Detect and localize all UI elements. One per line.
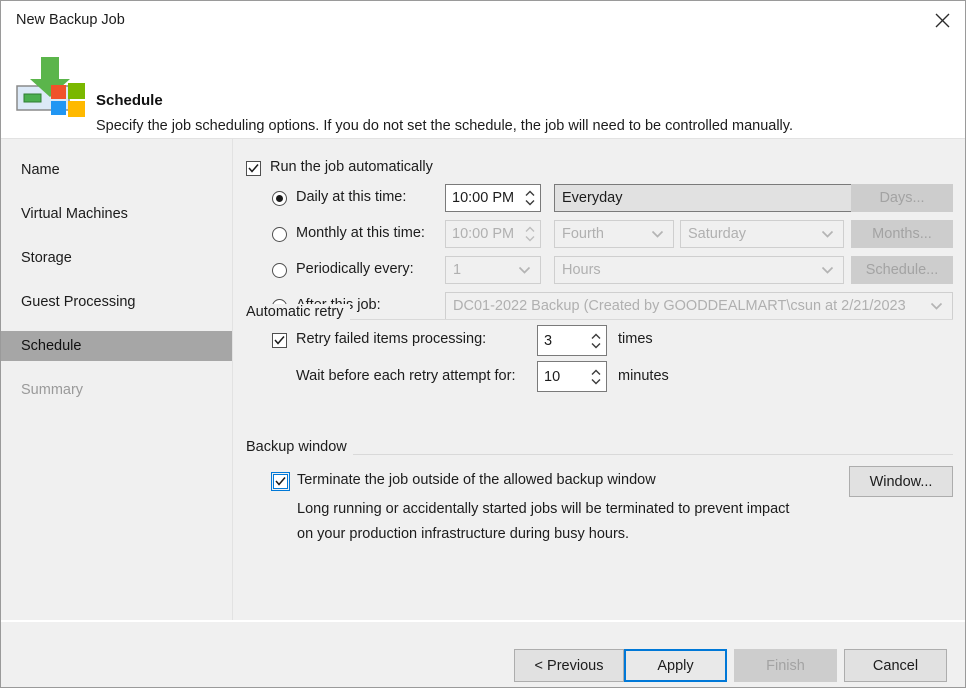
sidebar-item-summary: Summary [1, 375, 232, 405]
wizard-step-sidebar: Name Virtual Machines Storage Guest Proc… [1, 139, 233, 620]
window-button[interactable]: Window... [849, 466, 953, 497]
cancel-button[interactable]: Cancel [844, 649, 947, 682]
retry-times-value: 3 [544, 332, 553, 349]
retry-times-spinner[interactable] [589, 330, 603, 352]
sidebar-item-label: Guest Processing [21, 294, 136, 310]
monthly-time-value: 10:00 PM [452, 226, 515, 242]
previous-button-label: < Previous [534, 657, 604, 674]
monthly-label: Monthly at this time: [296, 225, 425, 241]
monthly-weekday-value: Saturday [688, 226, 747, 242]
sidebar-item-name[interactable]: Name [1, 155, 232, 185]
days-button-label: Days... [879, 190, 925, 206]
chevron-down-icon [518, 266, 531, 275]
schedule-options-panel: Run the job automatically Daily at this … [234, 139, 965, 620]
sidebar-item-storage[interactable]: Storage [1, 243, 232, 273]
spinner-arrows-icon [591, 333, 601, 348]
checkmark-icon [274, 336, 285, 345]
automatic-retry-group-label: Automatic retry [246, 304, 350, 320]
wait-minutes-suffix: minutes [618, 368, 669, 384]
terminate-job-checkbox[interactable] [271, 472, 290, 491]
periodically-radio[interactable] [272, 263, 287, 278]
periodically-unit-select: Hours [554, 256, 844, 284]
days-button: Days... [851, 184, 953, 212]
periodically-interval-value: 1 [453, 262, 462, 278]
spinner-arrows-icon [525, 190, 535, 206]
sidebar-item-label: Storage [21, 250, 72, 266]
backup-window-description-line1: Long running or accidentally started job… [297, 501, 790, 517]
spinner-arrows-icon [525, 226, 535, 242]
new-backup-job-dialog: New Backup Job Schedule Specify the job … [0, 0, 966, 688]
backup-window-description-line2: on your production infrastructure during… [297, 526, 630, 542]
daily-label: Daily at this time: [296, 189, 407, 205]
sidebar-item-schedule[interactable]: Schedule [1, 331, 232, 361]
spinner-arrows-icon [591, 369, 601, 384]
apply-button-label: Apply [657, 657, 694, 674]
terminate-job-label: Terminate the job outside of the allowed… [297, 472, 656, 488]
after-job-value: DC01-2022 Backup (Created by GOODDEALMAR… [453, 298, 906, 314]
backup-window-group-label: Backup window [246, 439, 353, 455]
backup-job-windows-icon [15, 49, 89, 123]
apply-button[interactable]: Apply [624, 649, 727, 682]
wait-before-retry-label: Wait before each retry attempt for: [296, 368, 516, 384]
monthly-ordinal-value: Fourth [562, 226, 604, 242]
automatic-retry-divider [246, 319, 953, 320]
schedule-button: Schedule... [851, 256, 953, 284]
monthly-weekday-select: Saturday [680, 220, 844, 248]
monthly-ordinal-select: Fourth [554, 220, 674, 248]
close-icon [935, 13, 949, 28]
monthly-time-spinner [523, 223, 537, 245]
cancel-button-label: Cancel [872, 657, 919, 674]
chevron-down-icon [821, 266, 834, 275]
daily-radio[interactable] [272, 191, 287, 206]
wait-minutes-value: 10 [544, 368, 561, 385]
periodically-unit-value: Hours [562, 262, 601, 278]
dialog-header: Schedule Specify the job scheduling opti… [1, 41, 965, 138]
daily-time-spinner[interactable] [523, 187, 537, 209]
retry-times-suffix: times [618, 331, 653, 347]
run-automatically-label: Run the job automatically [270, 159, 433, 175]
sidebar-item-label: Summary [21, 382, 84, 398]
previous-button[interactable]: < Previous [514, 649, 624, 682]
retry-times-input[interactable]: 3 [537, 325, 607, 356]
finish-button: Finish [734, 649, 837, 682]
periodically-label: Periodically every: [296, 261, 414, 277]
chevron-down-icon [651, 230, 664, 239]
monthly-time-input: 10:00 PM [445, 220, 541, 248]
sidebar-item-label: Name [21, 162, 60, 178]
page-title: Schedule [96, 92, 163, 109]
schedule-button-label: Schedule... [865, 262, 939, 278]
dialog-body: Name Virtual Machines Storage Guest Proc… [1, 138, 965, 620]
sidebar-item-label: Schedule [21, 338, 82, 354]
run-automatically-checkbox[interactable] [246, 161, 261, 176]
window-title: New Backup Job [16, 12, 125, 28]
finish-button-label: Finish [766, 657, 805, 674]
sidebar-item-virtual-machines[interactable]: Virtual Machines [1, 199, 232, 229]
wait-minutes-spinner[interactable] [589, 366, 603, 388]
window-button-label: Window... [869, 473, 933, 490]
retry-failed-items-checkbox[interactable] [272, 333, 287, 348]
chevron-down-icon [821, 230, 834, 239]
daily-days-value: Everyday [562, 190, 623, 206]
sidebar-item-label: Virtual Machines [21, 206, 128, 222]
daily-time-input[interactable]: 10:00 PM [445, 184, 541, 212]
periodically-interval-select: 1 [445, 256, 541, 284]
dialog-footer: < Previous Apply Finish Cancel [1, 621, 965, 687]
checkmark-icon [275, 477, 286, 486]
monthly-radio[interactable] [272, 227, 287, 242]
retry-failed-items-label: Retry failed items processing: [296, 331, 487, 347]
months-button: Months... [851, 220, 953, 248]
close-button[interactable] [919, 1, 965, 40]
after-job-select: DC01-2022 Backup (Created by GOODDEALMAR… [445, 292, 953, 320]
sidebar-item-guest-processing[interactable]: Guest Processing [1, 287, 232, 317]
title-bar: New Backup Job [1, 1, 965, 41]
checkmark-icon [248, 164, 259, 173]
months-button-label: Months... [872, 226, 932, 242]
wait-minutes-input[interactable]: 10 [537, 361, 607, 392]
daily-time-value: 10:00 PM [452, 190, 515, 206]
page-description: Specify the job scheduling options. If y… [96, 118, 793, 134]
chevron-down-icon [930, 302, 943, 311]
